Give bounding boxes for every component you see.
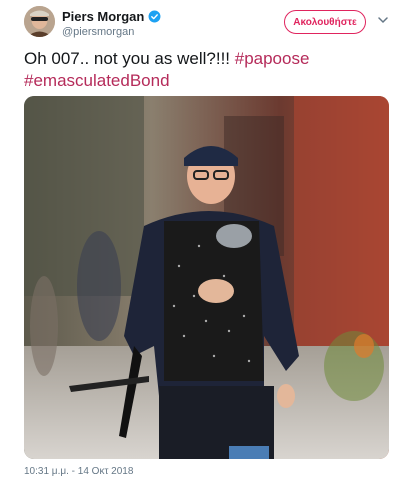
avatar-image	[24, 6, 55, 37]
tweet-photo[interactable]	[24, 96, 389, 459]
author-name-row[interactable]: Piers Morgan	[62, 9, 161, 24]
tweet-card: Piers Morgan @piersmorgan Ακολουθήστε Oh…	[0, 0, 409, 480]
author-handle[interactable]: @piersmorgan	[62, 26, 134, 38]
follow-button[interactable]: Ακολουθήστε	[284, 10, 366, 34]
verified-badge-icon	[148, 10, 161, 23]
avatar[interactable]	[24, 6, 55, 37]
display-name[interactable]: Piers Morgan	[62, 9, 144, 24]
hashtag-link[interactable]: #papoose	[235, 49, 310, 68]
chevron-down-icon[interactable]	[377, 14, 389, 26]
tweet-text: Oh 007.. not you as well?!!! #papoose #e…	[24, 48, 394, 92]
tweet-timestamp[interactable]: 10:31 μ.μ. - 14 Οκτ 2018	[24, 466, 133, 477]
tweet-text-plain: Oh 007.. not you as well?!!!	[24, 49, 235, 68]
hashtag-link[interactable]: #emasculatedBond	[24, 71, 170, 90]
photo-image	[24, 96, 389, 459]
